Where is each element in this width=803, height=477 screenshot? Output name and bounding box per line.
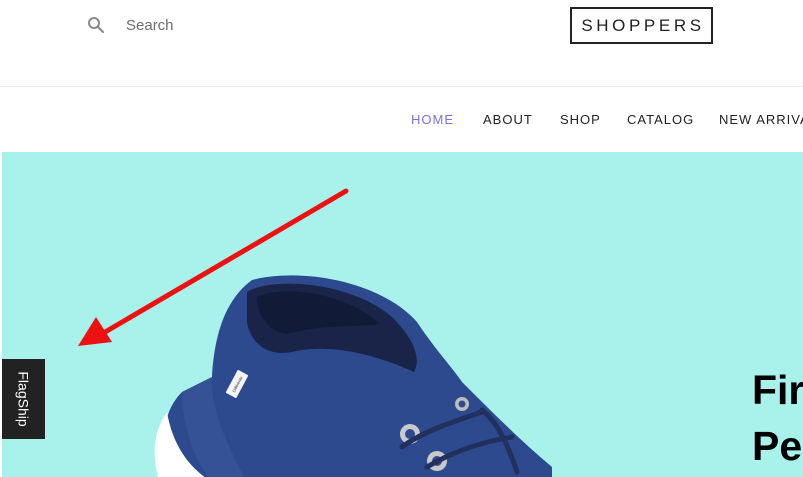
nav-item-shop[interactable]: SHOP [560, 112, 601, 127]
page: SHOPPERS HOME ABOUT SHOP CATALOG NEW ARR… [0, 0, 803, 477]
search-input[interactable] [126, 16, 306, 34]
site-logo[interactable]: SHOPPERS [570, 7, 713, 44]
logo-text: SHOPPERS [581, 15, 705, 35]
search-icon[interactable] [86, 15, 106, 35]
nav-item-new-arrivals[interactable]: NEW ARRIVALS [719, 112, 803, 127]
main-nav: HOME ABOUT SHOP CATALOG NEW ARRIVALS [0, 87, 803, 152]
nav-item-catalog[interactable]: CATALOG [627, 112, 694, 127]
flagship-feedback-tab[interactable]: FlagShip [2, 359, 45, 439]
flagship-tab-label: FlagShip [15, 371, 32, 427]
hero-title: Fir Pe [752, 367, 803, 469]
site-header: SHOPPERS [0, 0, 803, 87]
nav-item-about[interactable]: ABOUT [483, 112, 533, 127]
annotation-arrow [78, 188, 349, 346]
nav-item-home[interactable]: HOME [411, 112, 454, 127]
search-bar[interactable] [86, 12, 316, 38]
